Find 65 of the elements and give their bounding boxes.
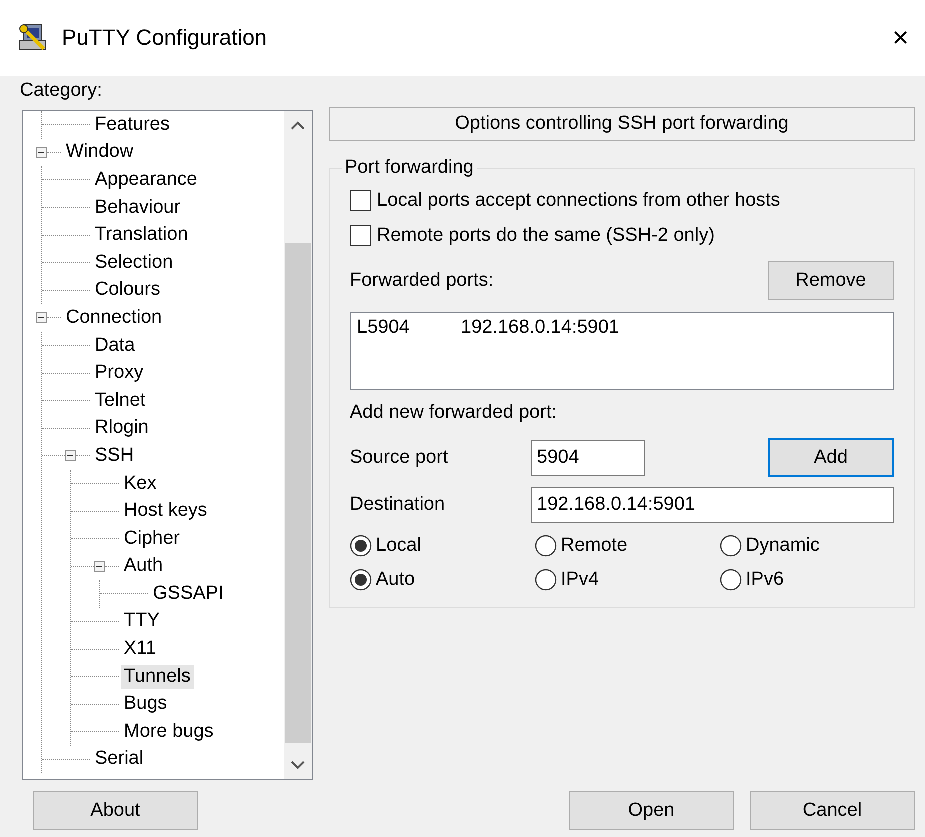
tree-item[interactable]: Appearance	[92, 168, 200, 192]
about-button[interactable]: About	[33, 791, 198, 830]
tree-item[interactable]: TTY	[121, 609, 163, 634]
scroll-up-icon[interactable]	[291, 120, 305, 130]
destination-field[interactable]: 192.168.0.14:5901	[531, 487, 894, 523]
tree-item[interactable]: Bugs	[121, 692, 170, 716]
tree-item[interactable]: Colours	[92, 278, 164, 302]
field-label: Destination	[350, 494, 446, 516]
radio-label: IPv4	[561, 569, 600, 591]
tree-item[interactable]: More bugs	[121, 720, 217, 744]
tree-item[interactable]: Serial	[92, 747, 147, 772]
forwarded-ports-label: Forwarded ports:	[350, 270, 494, 292]
tree-item[interactable]: Kex	[121, 472, 160, 496]
tree-item[interactable]: Connection	[63, 306, 166, 330]
group-title: Port forwarding	[344, 157, 475, 179]
radio-button[interactable]	[350, 535, 372, 557]
tree-item[interactable]: Rlogin	[92, 416, 152, 440]
tree-item[interactable]: Translation	[92, 223, 192, 248]
tree-item[interactable]: Data	[92, 334, 138, 358]
tree-item[interactable]: Behaviour	[92, 196, 184, 220]
remove-button[interactable]: Remove	[768, 261, 894, 300]
radio-button[interactable]	[720, 535, 742, 557]
checkbox[interactable]	[350, 225, 371, 246]
tree-item[interactable]: Tunnels	[121, 664, 194, 689]
tree-item[interactable]: Telnet	[92, 388, 149, 413]
tree-item[interactable]: SSH	[92, 444, 138, 468]
tree-item[interactable]: GSSAPI	[150, 582, 227, 606]
field-label: Source port	[350, 446, 450, 468]
tree-item[interactable]: Cipher	[121, 526, 183, 551]
radio-label: Remote	[561, 535, 628, 557]
collapse-icon[interactable]	[36, 312, 47, 324]
section-header: Options controlling SSH port forwarding	[329, 107, 915, 141]
close-button[interactable]: ×	[888, 22, 913, 54]
category-label: Category:	[20, 79, 104, 103]
port-source[interactable]: L5904	[357, 317, 461, 339]
tree-item[interactable]: X11	[121, 637, 160, 662]
checkbox-label: Remote ports do the same (SSH-2 only)	[377, 224, 715, 246]
radio-button[interactable]	[535, 535, 557, 557]
tree-item[interactable]: Auth	[121, 554, 166, 578]
add-button[interactable]: Add	[768, 438, 894, 477]
open-button[interactable]: Open	[569, 791, 734, 830]
port-destination[interactable]: 192.168.0.14:5901	[461, 317, 620, 339]
radio-label: Dynamic	[746, 535, 820, 557]
checkbox-label: Local ports accept connections from other hosts	[377, 190, 780, 212]
tree-item[interactable]: Window	[63, 140, 137, 164]
radio-button[interactable]	[720, 569, 742, 591]
collapse-icon[interactable]	[36, 146, 47, 158]
tree-item[interactable]: Host keys	[121, 499, 210, 524]
source-port-field[interactable]: 5904	[531, 440, 645, 476]
checkbox[interactable]	[350, 190, 371, 211]
tree-item[interactable]: Proxy	[92, 361, 147, 386]
radio-label: Local	[376, 535, 422, 557]
add-port-label: Add new forwarded port:	[350, 402, 558, 425]
radio-button[interactable]	[535, 569, 557, 591]
collapse-icon[interactable]	[94, 560, 105, 572]
scroll-down-icon[interactable]	[291, 760, 305, 770]
radio-button[interactable]	[350, 569, 372, 591]
cancel-button[interactable]: Cancel	[750, 791, 915, 830]
scrollbar-thumb[interactable]	[285, 243, 311, 743]
tree-item[interactable]: Features	[92, 112, 173, 137]
collapse-icon[interactable]	[65, 450, 76, 462]
radio-label: Auto	[376, 569, 416, 591]
radio-label: IPv6	[746, 569, 784, 591]
window-title: PuTTY Configuration	[62, 25, 268, 51]
tree-item[interactable]: Selection	[92, 250, 176, 275]
